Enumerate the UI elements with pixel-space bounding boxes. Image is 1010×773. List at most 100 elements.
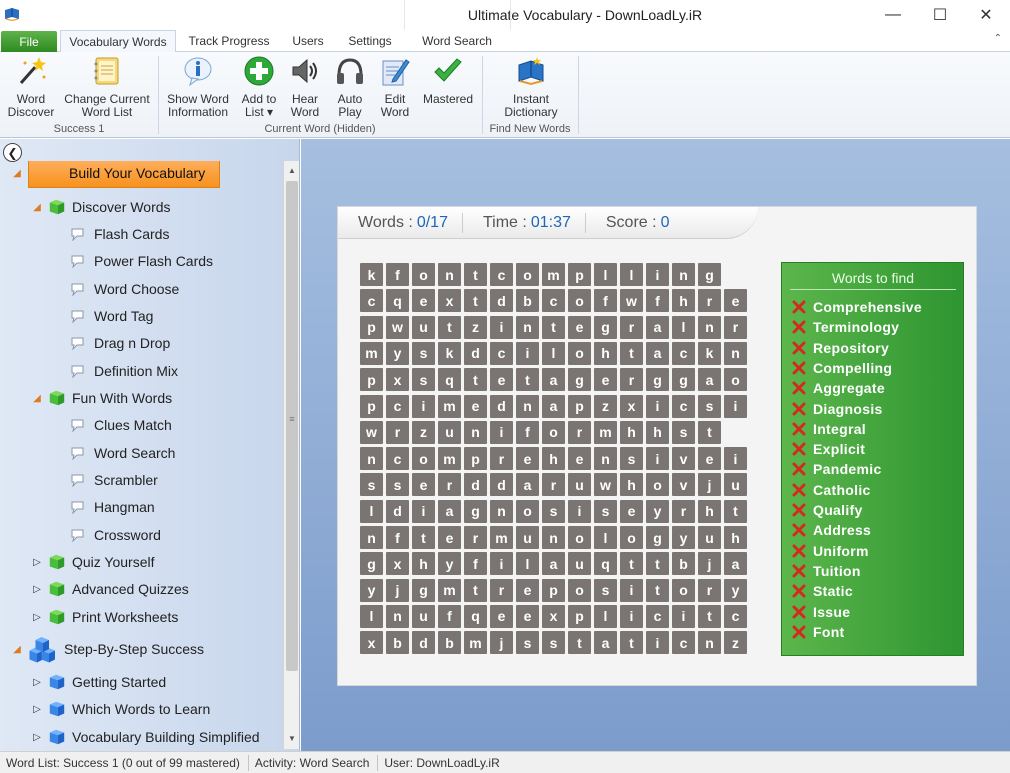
letter-cell[interactable]: m xyxy=(438,578,461,602)
letter-cell[interactable]: h xyxy=(646,420,669,444)
letter-cell[interactable]: e xyxy=(594,368,617,392)
letter-cell[interactable]: o xyxy=(646,473,669,497)
letter-cell[interactable]: n xyxy=(516,315,539,339)
letter-cell[interactable]: s xyxy=(412,341,435,365)
word-discover-button[interactable]: Word Discover xyxy=(6,55,56,119)
letter-cell[interactable]: o xyxy=(620,526,643,549)
letter-cell[interactable]: k xyxy=(698,341,721,365)
letter-cell[interactable]: n xyxy=(542,526,565,549)
letter-cell[interactable]: r xyxy=(438,473,461,497)
letter-cell[interactable]: f xyxy=(646,289,669,313)
letter-cell[interactable]: e xyxy=(412,289,435,313)
letter-cell[interactable]: w xyxy=(386,315,409,339)
letter-cell[interactable]: d xyxy=(464,341,487,365)
letter-cell[interactable]: a xyxy=(516,473,539,497)
tree-item[interactable]: ▷ Vocabulary Building Simplified xyxy=(30,725,259,749)
letter-cell[interactable]: o xyxy=(516,499,539,523)
letter-cell[interactable]: t xyxy=(464,368,487,392)
letter-cell[interactable]: x xyxy=(386,552,409,576)
letter-cell[interactable]: l xyxy=(672,315,695,339)
letter-cell[interactable]: o xyxy=(542,420,565,444)
letter-cell[interactable]: h xyxy=(620,420,643,444)
letter-cell[interactable]: s xyxy=(594,578,617,602)
letter-cell[interactable]: e xyxy=(698,447,721,471)
letter-cell[interactable]: u xyxy=(698,526,721,549)
tab-word-search[interactable]: Word Search xyxy=(412,30,502,52)
letter-cell[interactable]: o xyxy=(724,368,747,392)
letter-cell[interactable]: a xyxy=(646,315,669,339)
letter-cell[interactable]: s xyxy=(542,499,565,523)
letter-cell[interactable]: q xyxy=(594,552,617,576)
letter-cell[interactable]: o xyxy=(568,341,591,365)
letter-cell[interactable]: b xyxy=(672,552,695,576)
maximize-button[interactable]: ☐ xyxy=(917,0,963,30)
tab-track-progress[interactable]: Track Progress xyxy=(180,30,278,52)
letter-cell[interactable]: e xyxy=(568,315,591,339)
letter-cell[interactable]: s xyxy=(672,420,695,444)
letter-cell[interactable]: f xyxy=(594,289,617,313)
tab-users[interactable]: Users xyxy=(282,30,334,52)
letter-cell[interactable]: e xyxy=(516,447,539,471)
letter-cell[interactable]: n xyxy=(724,341,747,365)
letter-cell[interactable]: r xyxy=(542,473,565,497)
letter-cell[interactable]: q xyxy=(386,289,409,313)
letter-cell[interactable]: u xyxy=(568,552,591,576)
tree-item[interactable]: Word Choose xyxy=(70,277,179,301)
letter-cell[interactable]: t xyxy=(516,368,539,392)
letter-cell[interactable]: o xyxy=(568,578,591,602)
letter-cell[interactable]: e xyxy=(516,578,539,602)
letter-cell[interactable]: c xyxy=(360,289,383,313)
letter-cell[interactable]: t xyxy=(412,526,435,549)
letter-cell[interactable]: q xyxy=(438,368,461,392)
expanded-arrow-icon[interactable]: ◢ xyxy=(10,644,24,655)
letter-cell[interactable]: o xyxy=(568,289,591,313)
letter-cell[interactable]: w xyxy=(620,289,643,313)
letter-cell[interactable]: x xyxy=(620,394,643,418)
letter-cell[interactable]: d xyxy=(490,289,513,313)
letter-cell[interactable]: w xyxy=(594,473,617,497)
letter-cell[interactable]: y xyxy=(386,341,409,365)
letter-cell[interactable]: g xyxy=(464,499,487,523)
letter-cell[interactable]: r xyxy=(568,420,591,444)
letter-cell[interactable]: h xyxy=(620,473,643,497)
letter-cell[interactable]: x xyxy=(438,289,461,313)
tree-item[interactable]: Word Tag xyxy=(70,304,153,328)
letter-cell[interactable]: p xyxy=(542,578,565,602)
letter-cell[interactable]: d xyxy=(490,394,513,418)
letter-cell[interactable]: t xyxy=(568,631,591,655)
letter-cell[interactable]: h xyxy=(698,499,721,523)
tree-item[interactable]: Drag n Drop xyxy=(70,331,170,355)
collapsed-arrow-icon[interactable]: ▷ xyxy=(30,557,44,568)
letter-cell[interactable]: l xyxy=(542,341,565,365)
letter-cell[interactable]: o xyxy=(412,263,435,286)
letter-cell[interactable]: z xyxy=(594,394,617,418)
letter-cell[interactable]: h xyxy=(594,341,617,365)
letter-cell[interactable]: a xyxy=(542,394,565,418)
letter-cell[interactable]: z xyxy=(412,420,435,444)
letter-cell[interactable]: i xyxy=(490,552,513,576)
show-word-info-button[interactable]: Show Word Information xyxy=(164,55,232,119)
letter-cell[interactable]: y xyxy=(672,526,695,549)
tree-item[interactable]: ▷ Advanced Quizzes xyxy=(30,577,189,601)
tree-scrollbar[interactable]: ▲ ≡ ▼ xyxy=(283,161,299,749)
letter-cell[interactable]: e xyxy=(568,447,591,471)
letter-cell[interactable]: k xyxy=(438,341,461,365)
collapsed-arrow-icon[interactable]: ▷ xyxy=(30,732,44,743)
letter-cell[interactable]: v xyxy=(672,447,695,471)
letter-cell[interactable]: i xyxy=(490,420,513,444)
letter-cell[interactable]: a xyxy=(724,552,747,576)
letter-cell[interactable]: s xyxy=(620,447,643,471)
letter-cell[interactable]: s xyxy=(542,631,565,655)
tree-item[interactable]: ▷ Getting Started xyxy=(30,670,166,694)
letter-cell[interactable]: d xyxy=(490,473,513,497)
letter-cell[interactable]: k xyxy=(360,263,383,286)
letter-cell[interactable]: b xyxy=(386,631,409,655)
collapse-ribbon-button[interactable]: ⌃ xyxy=(994,33,1002,44)
letter-cell[interactable]: h xyxy=(724,526,747,549)
letter-cell[interactable]: g xyxy=(568,368,591,392)
letter-cell[interactable]: g xyxy=(646,368,669,392)
instant-dictionary-button[interactable]: Instant Dictionary xyxy=(496,55,566,119)
tree-item[interactable]: ▷ Quiz Yourself xyxy=(30,550,154,574)
tree-item[interactable]: ◢ Step-By-Step Success xyxy=(10,637,204,663)
letter-cell[interactable]: c xyxy=(490,341,513,365)
